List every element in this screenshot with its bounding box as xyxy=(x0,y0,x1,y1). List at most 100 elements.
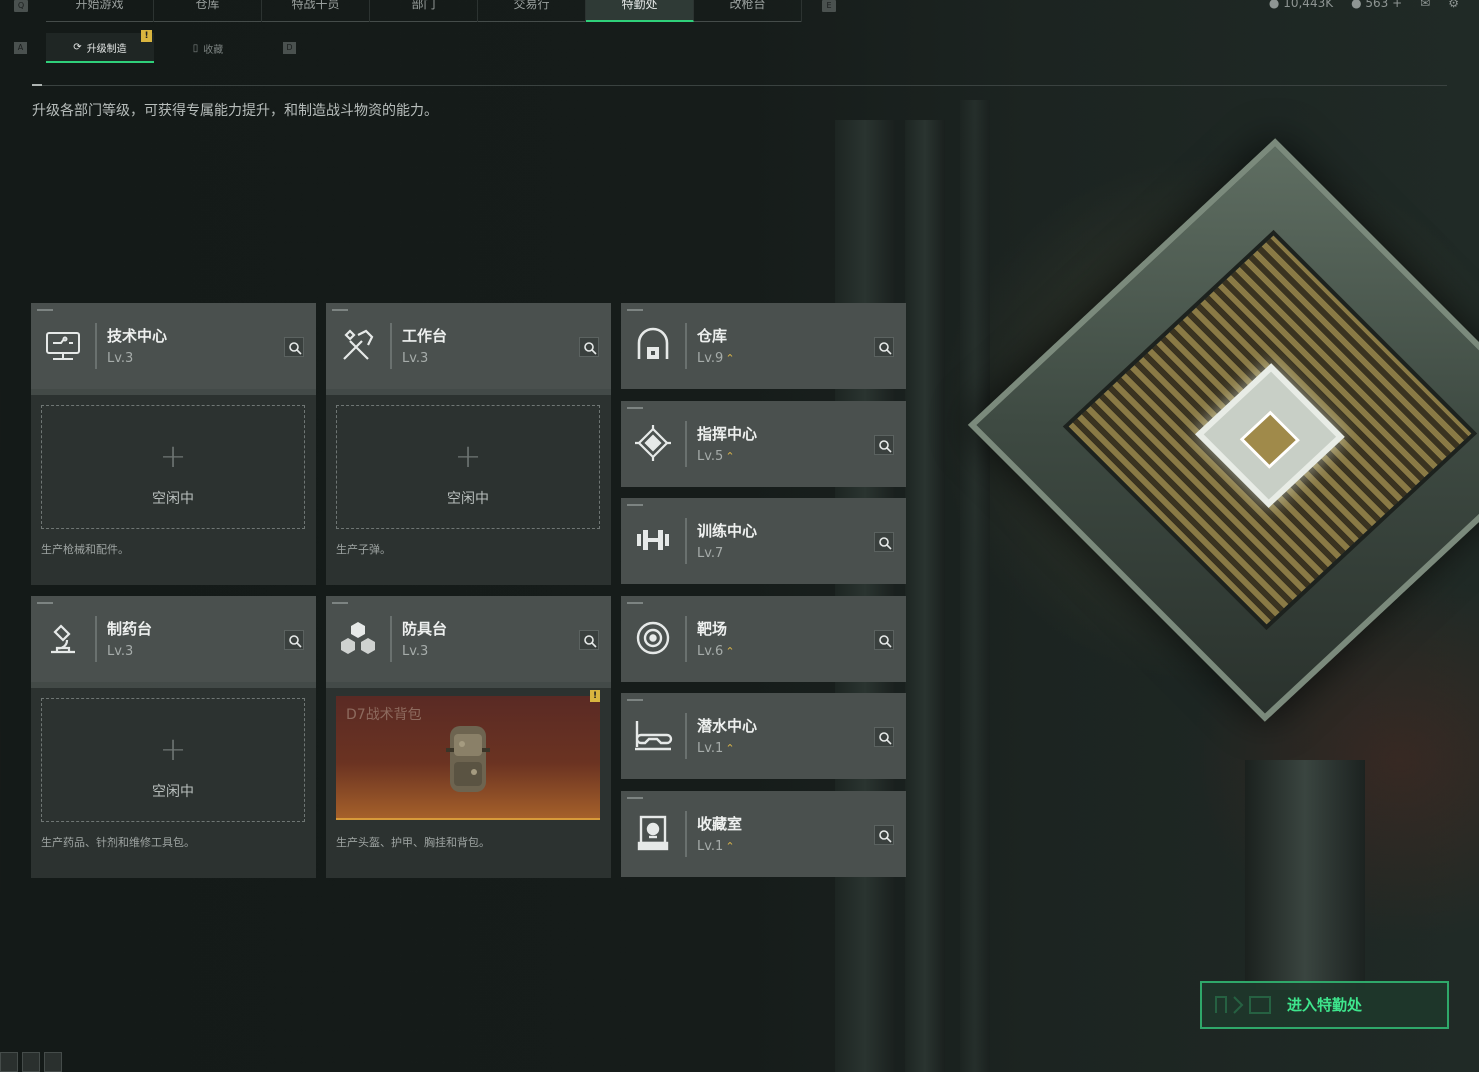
display-case-icon xyxy=(637,815,669,851)
subnav-prev-key[interactable]: A xyxy=(14,42,27,54)
production-desc: 生产头盔、护甲、胸挂和背包。 xyxy=(336,836,490,849)
bottom-key-3[interactable] xyxy=(44,1052,62,1072)
tech-center-icon xyxy=(46,332,80,360)
facility-card-armor-bench: 防具台 Lv.3 D7战术背包 ! 生产头盔、护甲、胸挂和背包。 xyxy=(326,596,611,878)
top-nav: Q 开始游戏 仓库 特战干员 部门 交易行 特勤处 改枪台 E ● 10,443… xyxy=(0,0,1479,22)
search-icon xyxy=(879,732,892,745)
gear-icon[interactable]: ⚙ xyxy=(1448,0,1459,9)
facility-name: 制药台 xyxy=(107,620,153,638)
subtab-collection[interactable]: ▯ 收藏 xyxy=(154,33,262,63)
workbench-icon xyxy=(343,329,374,360)
facility-header[interactable]: 训练中心 Lv.7 xyxy=(621,498,906,584)
currency-2: ● 563 + xyxy=(1351,0,1402,9)
command-center-icon xyxy=(635,425,671,461)
armor-bench-icon xyxy=(341,622,375,654)
subtab-upgrade-craft[interactable]: ⟳ 升级制造 ! xyxy=(46,30,154,63)
idle-slot[interactable]: + 空闲中 xyxy=(41,698,305,822)
idle-status: 空闲中 xyxy=(152,491,194,507)
plus-icon: + xyxy=(159,437,187,475)
search-icon xyxy=(289,342,302,355)
crafting-item-box[interactable]: D7战术背包 ! xyxy=(336,690,600,820)
tab-trading[interactable]: 交易行 xyxy=(478,0,586,22)
search-button[interactable] xyxy=(284,337,304,357)
plus-icon: + xyxy=(454,437,482,475)
facility-header[interactable]: 潜水中心 Lv.1 ⌃ xyxy=(621,693,906,779)
production-slot: + 空闲中 生产枪械和配件。 xyxy=(31,395,316,585)
subtab-upgrade-label: 升级制造 xyxy=(86,43,127,55)
search-button[interactable] xyxy=(874,532,894,552)
facility-header[interactable]: 工作台 Lv.3 xyxy=(326,303,611,389)
page-description: 升级各部门等级，可获得专属能力提升，和制造战斗物资的能力。 xyxy=(32,103,438,119)
facility-header[interactable]: 靶场 Lv.6 ⌃ xyxy=(621,596,906,682)
mail-icon[interactable]: ✉ xyxy=(1420,0,1430,9)
bottom-key-2[interactable] xyxy=(22,1052,40,1072)
search-button[interactable] xyxy=(874,825,894,845)
search-button[interactable] xyxy=(874,630,894,650)
facility-header[interactable]: 仓库 Lv.9 ⌃ xyxy=(621,303,906,389)
facility-name: 技术中心 xyxy=(107,327,168,345)
facility-header[interactable]: 指挥中心 Lv.5 ⌃ xyxy=(621,401,906,487)
search-button[interactable] xyxy=(579,337,599,357)
facility-name: 仓库 xyxy=(697,327,728,345)
warehouse-icon xyxy=(637,327,669,359)
nav-prev-key[interactable]: Q xyxy=(14,0,28,12)
facility-name: 收藏室 xyxy=(697,815,743,833)
collection-icon: ▯ xyxy=(192,42,199,54)
production-slot: + 空闲中 生产子弹。 xyxy=(326,395,611,585)
plus-icon[interactable]: + xyxy=(1392,0,1402,10)
production-slot: D7战术背包 ! 生产头盔、护甲、胸挂和背包。 xyxy=(326,688,611,878)
facility-header[interactable]: 收藏室 Lv.1 ⌃ xyxy=(621,791,906,877)
facility-card-tech-center: 技术中心 Lv.3 + 空闲中 生产枪械和配件。 xyxy=(31,303,316,585)
tab-warehouse[interactable]: 仓库 xyxy=(154,0,262,22)
facility-level-value: Lv.5 xyxy=(697,449,724,464)
facility-card-workbench: 工作台 Lv.3 + 空闲中 生产子弹。 xyxy=(326,303,611,585)
bottom-toolbar xyxy=(0,1052,62,1072)
currency-1: ● 10,443K xyxy=(1269,0,1333,9)
facility-card-training-center: 训练中心 Lv.7 xyxy=(621,498,906,584)
search-button[interactable] xyxy=(284,630,304,650)
warning-badge: ! xyxy=(141,30,152,42)
search-icon xyxy=(584,635,597,648)
search-icon xyxy=(584,342,597,355)
facility-name: 防具台 xyxy=(402,620,448,638)
search-button[interactable] xyxy=(874,337,894,357)
facility-level: Lv.6 ⌃ xyxy=(697,644,735,659)
facility-level: Lv.3 xyxy=(107,351,134,366)
idle-status: 空闲中 xyxy=(152,784,194,800)
tab-operators[interactable]: 特战干员 xyxy=(262,0,370,22)
nav-tabs: 开始游戏 仓库 特战干员 部门 交易行 特勤处 改枪台 xyxy=(46,0,802,22)
facility-level: Lv.3 xyxy=(107,644,134,659)
upgrade-arrow-icon: ⌃ xyxy=(725,352,735,365)
idle-slot[interactable]: + 空闲中 xyxy=(336,405,600,529)
tab-start-game[interactable]: 开始游戏 xyxy=(46,0,154,22)
search-button[interactable] xyxy=(874,435,894,455)
idle-status: 空闲中 xyxy=(447,491,489,507)
facility-level: Lv.3 xyxy=(402,644,429,659)
facility-header[interactable]: 制药台 Lv.3 xyxy=(31,596,316,682)
search-button[interactable] xyxy=(874,727,894,747)
cube-structure xyxy=(967,130,1479,750)
tab-special-ops[interactable]: 特勤处 xyxy=(586,0,694,22)
facility-header[interactable]: 技术中心 Lv.3 xyxy=(31,303,316,389)
facility-name: 指挥中心 xyxy=(697,425,758,443)
facility-level: Lv.1 ⌃ xyxy=(697,741,735,756)
facility-level: Lv.9 ⌃ xyxy=(697,351,735,366)
tab-gunsmith[interactable]: 改枪台 xyxy=(694,0,802,22)
facility-header[interactable]: 防具台 Lv.3 xyxy=(326,596,611,682)
search-button[interactable] xyxy=(579,630,599,650)
search-icon xyxy=(289,635,302,648)
production-desc: 生产子弹。 xyxy=(336,543,391,556)
idle-slot[interactable]: + 空闲中 xyxy=(41,405,305,529)
currency-2-value: 563 xyxy=(1365,0,1389,10)
nav-next-key[interactable]: E xyxy=(822,0,836,12)
enter-special-ops-button[interactable]: 进入特勤处 xyxy=(1200,981,1449,1029)
production-desc: 生产药品、针剂和维修工具包。 xyxy=(41,836,195,849)
subnav-next-key[interactable]: D xyxy=(283,42,296,54)
tab-department[interactable]: 部门 xyxy=(370,0,478,22)
subtab-collection-label: 收藏 xyxy=(203,44,224,56)
divider xyxy=(32,85,1447,86)
search-icon xyxy=(879,440,892,453)
upgrade-arrow-icon: ⌃ xyxy=(725,840,735,853)
upgrade-arrow-icon: ⌃ xyxy=(725,645,735,658)
bottom-key-1[interactable] xyxy=(0,1052,18,1072)
